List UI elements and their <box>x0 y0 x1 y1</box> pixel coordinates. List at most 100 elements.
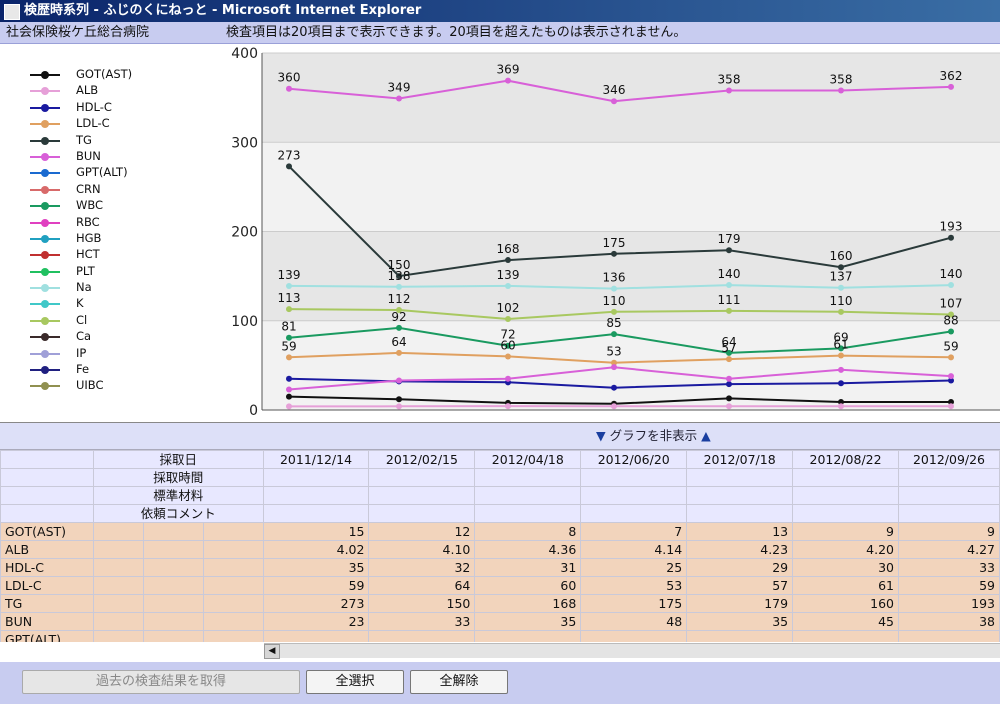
window-titlebar: 検歴時系列 - ふじのくにねっと - Microsoft Internet Ex… <box>0 0 1000 22</box>
date-header: 2012/06/20 <box>580 450 688 469</box>
result-value: 30 <box>792 558 899 577</box>
header-cell <box>262 486 370 505</box>
ie-app-icon <box>4 4 20 20</box>
data-label: 349 <box>388 81 411 95</box>
data-point <box>505 315 511 322</box>
results-table: 採取日 2011/12/14 2012/02/15 2012/04/18 2012/06… <box>0 450 1000 642</box>
result-value: 4.14 <box>580 540 688 559</box>
result-value: 168 <box>474 594 582 613</box>
data-point <box>726 403 732 410</box>
header-blank <box>0 486 94 505</box>
header-label: 採取時間 <box>92 468 264 487</box>
data-point <box>838 352 844 359</box>
header-blank <box>0 504 94 523</box>
data-label: 110 <box>603 294 626 308</box>
header-cell <box>368 468 476 487</box>
scroll-left-icon[interactable]: ◀ <box>264 644 280 659</box>
row-cell <box>142 612 204 631</box>
data-point <box>396 403 402 410</box>
data-label: 179 <box>718 232 741 246</box>
header-cell <box>580 486 688 505</box>
data-point <box>726 381 732 388</box>
result-value: 4.10 <box>368 540 476 559</box>
data-point <box>286 85 292 92</box>
footer-bar: 過去の検査結果を取得 全選択 全解除 <box>0 662 1000 704</box>
result-value: 31 <box>474 558 582 577</box>
result-value: 35 <box>262 558 370 577</box>
result-value: 53 <box>580 576 688 595</box>
row-cell <box>92 594 144 613</box>
fetch-past-results-button[interactable]: 過去の検査結果を取得 <box>22 670 300 694</box>
hospital-name: 社会保険桜ケ丘総合病院 <box>6 25 150 40</box>
table-row: BUN 23 33 35 48 35 45 38 <box>0 612 1000 631</box>
data-label: 92 <box>391 310 406 324</box>
data-point <box>948 403 954 410</box>
data-label: 139 <box>278 268 301 282</box>
data-point <box>505 282 511 289</box>
table-row: ALB 4.02 4.10 4.36 4.14 4.23 4.20 4.27 <box>0 540 1000 559</box>
result-value <box>368 630 476 642</box>
test-name: GOT(AST) <box>0 522 94 541</box>
data-label: 358 <box>718 72 741 86</box>
table-row: GPT(ALT) <box>0 630 1000 642</box>
data-label: 53 <box>606 345 621 359</box>
header-cell <box>474 468 582 487</box>
window-title: 検歴時系列 - ふじのくにねっと - Microsoft Internet Ex… <box>24 3 422 18</box>
data-label: 273 <box>278 148 301 162</box>
y-tick-label: 200 <box>231 225 258 241</box>
result-value: 160 <box>792 594 899 613</box>
data-label: 81 <box>281 320 296 334</box>
data-point <box>838 403 844 410</box>
result-value: 33 <box>368 612 476 631</box>
chart-area: GOT(AST) ALB HDL-C LDL-C TG BUN GPT(ALT) CRN WBC… <box>0 44 1000 424</box>
header-cell <box>792 468 899 487</box>
data-label: 64 <box>391 335 406 349</box>
data-point <box>948 373 954 380</box>
data-point <box>726 307 732 314</box>
data-point <box>396 95 402 102</box>
row-cell <box>202 594 264 613</box>
data-label: 113 <box>278 291 301 305</box>
result-value <box>898 630 1000 642</box>
row-cell <box>202 558 264 577</box>
data-label: 137 <box>830 270 853 284</box>
test-name: GPT(ALT) <box>0 630 94 642</box>
triangle-down-icon: ▼ <box>596 428 606 443</box>
data-label: 139 <box>497 268 520 282</box>
data-label: 168 <box>497 242 520 256</box>
deselect-all-button[interactable]: 全解除 <box>410 670 508 694</box>
data-point <box>611 384 617 391</box>
data-label: 140 <box>718 267 741 281</box>
data-point <box>611 308 617 315</box>
result-value: 9 <box>792 522 899 541</box>
data-label: 61 <box>833 338 848 352</box>
data-point <box>838 284 844 291</box>
table-row: HDL-C 35 32 31 25 29 30 33 <box>0 558 1000 577</box>
result-value: 193 <box>898 594 1000 613</box>
result-value: 38 <box>898 612 1000 631</box>
data-point <box>611 403 617 410</box>
result-value: 45 <box>792 612 899 631</box>
row-cell <box>92 612 144 631</box>
result-value: 29 <box>686 558 794 577</box>
select-all-button[interactable]: 全選択 <box>306 670 404 694</box>
data-label: 60 <box>500 338 515 352</box>
test-name: HDL-C <box>0 558 94 577</box>
data-label: 102 <box>497 301 520 315</box>
row-cell <box>142 558 204 577</box>
result-value: 13 <box>686 522 794 541</box>
horizontal-scrollbar[interactable]: ◀ <box>264 643 1000 659</box>
header-cell <box>792 504 899 523</box>
header-cell <box>474 504 582 523</box>
data-point <box>726 87 732 94</box>
hide-graph-toggle[interactable]: ▼ グラフを非表示 ▲ <box>596 423 711 449</box>
data-label: 160 <box>830 249 853 263</box>
header-label: 採取日 <box>92 450 264 469</box>
data-point <box>611 98 617 105</box>
result-value: 57 <box>686 576 794 595</box>
result-value: 59 <box>898 576 1000 595</box>
result-value: 48 <box>580 612 688 631</box>
data-point <box>286 306 292 313</box>
header-blank <box>0 468 94 487</box>
result-value <box>580 630 688 642</box>
